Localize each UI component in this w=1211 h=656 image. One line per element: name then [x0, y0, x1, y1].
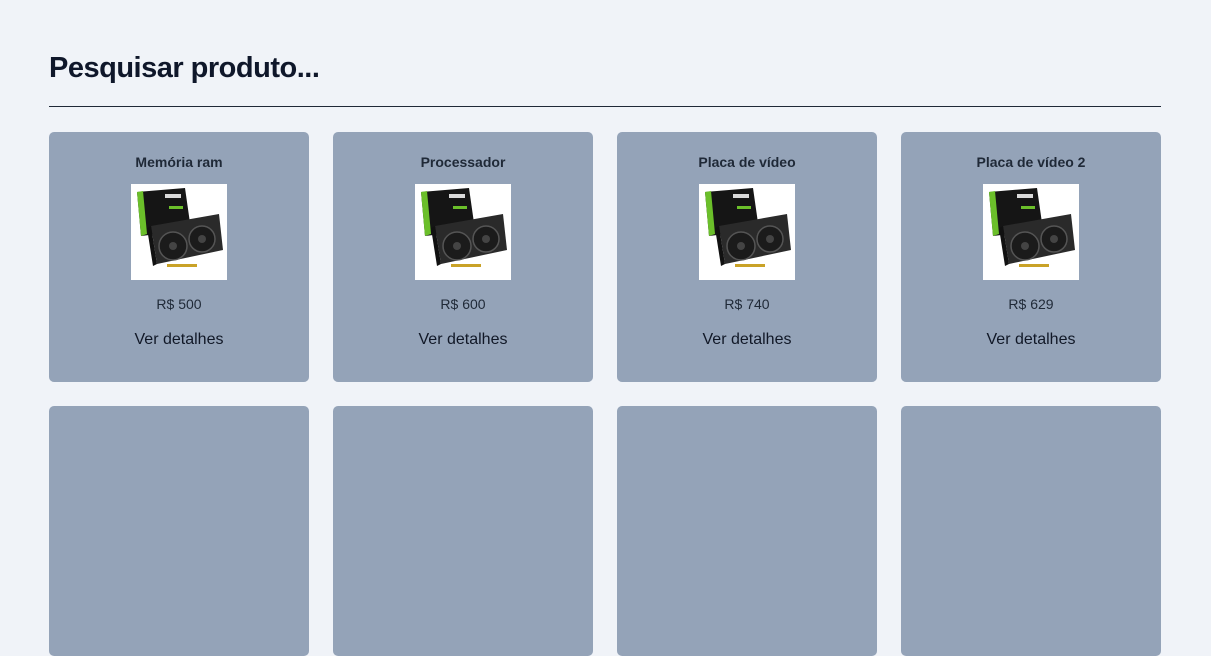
- product-name: Placa de vídeo 2: [976, 154, 1086, 170]
- product-card: [333, 406, 593, 656]
- graphics-card-icon: [983, 184, 1079, 280]
- graphics-card-icon: [699, 184, 795, 280]
- product-card: Placa de vídeo R$ 740 Ver detalhes: [617, 132, 877, 382]
- product-price: R$ 629: [1008, 296, 1054, 312]
- page-title: Pesquisar produto...: [49, 52, 320, 84]
- product-name: Processador: [420, 154, 506, 170]
- header-divider: [49, 106, 1161, 107]
- product-price: R$ 600: [440, 296, 486, 312]
- product-card: [49, 406, 309, 656]
- details-link[interactable]: Ver detalhes: [901, 331, 1161, 349]
- graphics-card-icon: [415, 184, 511, 280]
- details-link[interactable]: Ver detalhes: [617, 331, 877, 349]
- graphics-card-icon: [131, 184, 227, 280]
- details-link[interactable]: Ver detalhes: [333, 331, 593, 349]
- product-card: [901, 406, 1161, 656]
- details-link[interactable]: Ver detalhes: [49, 331, 309, 349]
- product-price: R$ 740: [724, 296, 770, 312]
- product-price: R$ 500: [156, 296, 202, 312]
- product-name: Placa de vídeo: [698, 154, 796, 170]
- product-name: Memória ram: [135, 154, 223, 170]
- product-card: Memória ram R$ 500 Ver detalhes: [49, 132, 309, 382]
- product-grid: Memória ram R$ 500 Ver detalhes Processa…: [49, 132, 1161, 656]
- product-card: [617, 406, 877, 656]
- product-card: Placa de vídeo 2 R$ 629 Ver detalhes: [901, 132, 1161, 382]
- product-card: Processador R$ 600 Ver detalhes: [333, 132, 593, 382]
